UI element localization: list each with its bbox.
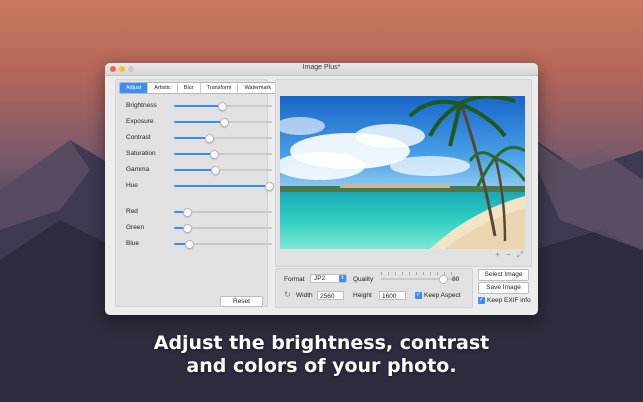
red-slider-knob[interactable] [183,208,193,217]
app-window: Image Plus* Adjust Artistic Blur Transfo… [105,63,538,315]
rotate-icon[interactable]: ↻ [284,290,291,299]
blue-label: Blue [126,240,140,247]
gamma-slider[interactable] [174,166,272,175]
photo-preview [280,96,525,249]
zoom-out-icon[interactable]: − [506,250,511,260]
height-label: Height [353,292,372,299]
width-label: Width [296,292,313,299]
tab-adjust[interactable]: Adjust [120,83,149,93]
saturation-slider-knob[interactable] [209,150,219,159]
save-image-button[interactable]: Save Image [478,282,529,294]
brightness-slider-knob[interactable] [217,102,227,111]
gamma-label: Gamma [126,166,150,173]
tab-watermark[interactable]: Watermark [238,83,277,93]
saturation-slider-row: Saturation [126,149,272,159]
hue-label: Hue [126,182,138,189]
fit-to-window-icon[interactable]: ⤢ [517,250,523,260]
brightness-label: Brightness [126,102,157,109]
width-field[interactable]: 2560 [317,291,344,300]
green-label: Green [126,224,145,231]
format-value: JP2 [314,275,326,282]
green-slider-knob[interactable] [183,224,193,233]
saturation-slider-fill [174,153,214,155]
height-field[interactable]: 1600 [379,291,406,300]
preview-panel: + − ⤢ [275,79,532,267]
window-title: Image Plus* [302,64,341,71]
blue-slider-knob[interactable] [185,240,195,249]
quality-label: Quality [353,276,374,283]
reset-button[interactable]: Reset [220,296,263,307]
hue-slider-knob[interactable] [264,182,274,191]
caption-line-2: and colors of your photo. [186,355,457,377]
gamma-slider-fill [174,169,215,171]
zoom-controls: + − ⤢ [495,250,523,260]
keep-aspect-checkbox[interactable]: ✓ [415,292,422,299]
hue-slider[interactable] [174,182,274,191]
red-slider[interactable] [174,208,272,217]
zoom-in-icon[interactable]: + [495,250,500,260]
brightness-slider[interactable] [174,102,272,111]
chevron-updown-icon: ⇕ [339,275,346,282]
contrast-label: Contrast [126,134,151,141]
contrast-slider-knob[interactable] [204,134,214,143]
keep-exif-checkbox[interactable]: ✓ [478,297,485,304]
hue-slider-fill [174,185,269,187]
brightness-slider-fill [174,105,222,107]
contrast-slider[interactable] [174,134,272,143]
quality-value: 80 [452,276,460,283]
tab-blur[interactable]: Blur [178,83,201,93]
caption-line-1: Adjust the brightness, contrast [153,332,490,354]
select-image-button[interactable]: Select Image [478,269,529,281]
exposure-slider-row: Exposure [126,117,272,127]
quality-slider[interactable] [381,275,458,284]
exposure-slider-fill [174,121,223,123]
tab-transform[interactable]: Transform [201,83,239,93]
keep-aspect-label: Keep Aspect [424,292,461,299]
green-slider[interactable] [174,224,272,233]
export-options-panel: Format JP2 ⇕ Quality 80 ↻ Width 2560 Hei… [275,268,473,308]
format-label: Format [284,276,305,283]
format-select[interactable]: JP2 ⇕ [310,274,347,283]
quality-ticks [381,272,458,275]
hue-slider-row: Hue [126,181,274,191]
exposure-label: Exposure [126,118,154,125]
saturation-label: Saturation [126,150,156,157]
blue-slider-row: Blue [126,239,272,249]
gamma-slider-knob[interactable] [210,166,220,175]
saturation-slider[interactable] [174,150,272,159]
red-slider-row: Red [126,207,272,217]
brightness-slider-row: Brightness [126,101,272,111]
contrast-slider-fill [174,137,209,139]
keep-exif-label: Keep EXIF info [487,297,531,304]
tab-artistic[interactable]: Artistic [148,83,178,93]
contrast-slider-row: Contrast [126,133,272,143]
exposure-slider[interactable] [174,118,272,127]
adjustments-panel: Adjust Artistic Blur Transform Watermark… [115,79,279,307]
title-bar: Image Plus* [105,63,538,76]
red-label: Red [126,208,138,215]
green-slider-row: Green [126,223,272,233]
exposure-slider-knob[interactable] [219,118,229,127]
quality-slider-knob[interactable] [439,275,449,284]
tab-bar: Adjust Artistic Blur Transform Watermark [119,82,279,94]
gamma-slider-row: Gamma [126,165,272,175]
blue-slider[interactable] [174,240,272,249]
